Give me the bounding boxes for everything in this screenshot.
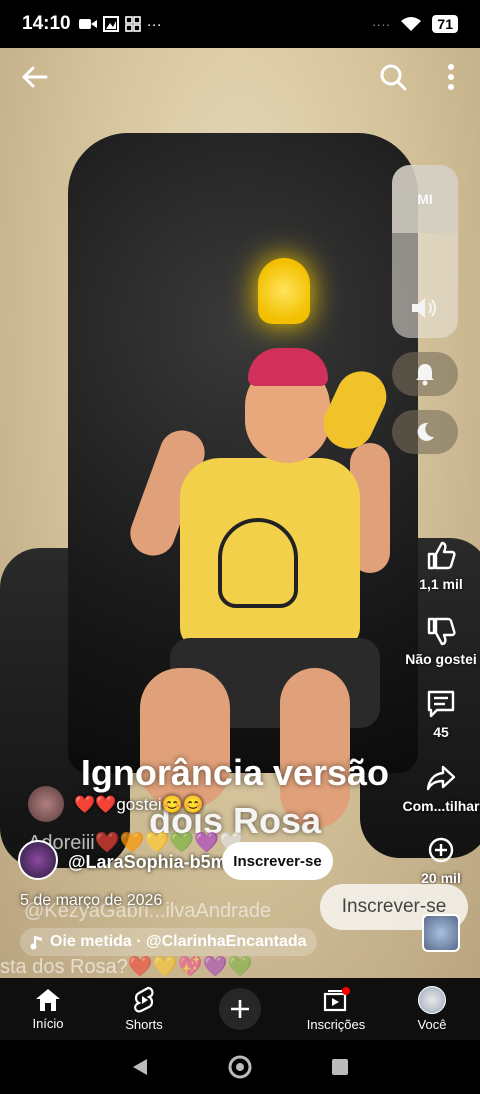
nav-subscriptions-label: Inscrições bbox=[306, 1017, 366, 1032]
search-icon[interactable] bbox=[378, 62, 408, 92]
upload-date: 5 de março de 2026 bbox=[20, 892, 163, 909]
signal-dots: ···· bbox=[371, 16, 391, 32]
bottom-nav: Início Shorts Inscrições Você bbox=[0, 978, 480, 1040]
status-time: 14:10 bbox=[22, 13, 71, 34]
status-bar: 14:10 ··· ···· 71 bbox=[0, 0, 480, 48]
video-icon bbox=[78, 19, 97, 29]
sound-thumbnail[interactable] bbox=[422, 914, 460, 952]
photo-icon bbox=[102, 16, 119, 32]
volume-panel[interactable]: MI bbox=[392, 165, 458, 338]
subscriptions-icon bbox=[323, 987, 350, 1012]
brand-label: MI bbox=[392, 165, 458, 233]
bell-icon bbox=[416, 364, 434, 386]
more-vert-icon[interactable] bbox=[438, 62, 464, 92]
channel-handle[interactable]: @LaraSophia-b5m bbox=[68, 852, 227, 873]
thumbs-up-icon bbox=[427, 541, 456, 570]
system-nav bbox=[0, 1040, 480, 1094]
you-avatar bbox=[418, 986, 446, 1014]
status-overflow: ··· bbox=[146, 15, 162, 33]
like-button[interactable]: 1,1 mil bbox=[386, 540, 480, 592]
thumbs-down-icon bbox=[427, 617, 456, 646]
shirt-bulb-icon bbox=[218, 518, 298, 608]
nav-create[interactable] bbox=[192, 978, 288, 1040]
music-note-icon bbox=[30, 936, 42, 950]
comment-avatar bbox=[28, 786, 64, 822]
back-arrow-icon[interactable] bbox=[20, 62, 50, 92]
back-triangle-icon[interactable] bbox=[131, 1057, 149, 1077]
channel-avatar[interactable] bbox=[18, 840, 58, 880]
nav-shorts-label: Shorts bbox=[125, 1017, 163, 1032]
shorts-icon bbox=[134, 986, 154, 1013]
volume-icon bbox=[412, 298, 436, 318]
plus-icon bbox=[231, 1000, 249, 1018]
nav-you[interactable]: Você bbox=[384, 978, 480, 1040]
wifi-icon bbox=[401, 17, 422, 31]
moon-icon bbox=[417, 422, 434, 441]
home-circle-icon[interactable] bbox=[227, 1054, 253, 1080]
video-title-line-1: Ignorância versão bbox=[80, 752, 390, 793]
person-hair bbox=[248, 348, 328, 386]
grid-icon bbox=[124, 16, 141, 32]
subscribe-button[interactable]: Inscrever-se bbox=[222, 842, 333, 880]
sound-label: Oie metida · @ClarinhaEncantada bbox=[50, 933, 307, 950]
status-right: ···· 71 bbox=[372, 15, 458, 33]
comment-icon bbox=[427, 690, 455, 718]
comments-count: 45 bbox=[433, 724, 449, 740]
status-left-icons: ··· bbox=[78, 15, 162, 33]
dislike-label: Não gostei bbox=[405, 651, 477, 667]
nav-shorts[interactable]: Shorts bbox=[96, 978, 192, 1040]
top-bar bbox=[0, 60, 480, 100]
lightbulb-icon bbox=[258, 258, 310, 324]
top-comment: ❤️❤️gostei😊😊 bbox=[74, 795, 205, 814]
comments-button[interactable]: 45 bbox=[386, 688, 480, 740]
recents-square-icon[interactable] bbox=[331, 1058, 349, 1076]
like-count: 1,1 mil bbox=[419, 576, 463, 592]
sound-pill[interactable]: Oie metida · @ClarinhaEncantada bbox=[20, 928, 317, 956]
home-icon bbox=[36, 989, 60, 1011]
nav-home-label: Início bbox=[32, 1016, 64, 1031]
battery-level: 71 bbox=[432, 15, 458, 33]
nav-subscriptions[interactable]: Inscrições bbox=[288, 978, 384, 1040]
nav-you-label: Você bbox=[417, 1017, 447, 1032]
create-button[interactable] bbox=[219, 988, 261, 1030]
dnd-button[interactable] bbox=[392, 410, 458, 454]
ringer-button[interactable] bbox=[392, 352, 458, 396]
nav-home[interactable]: Início bbox=[0, 978, 96, 1040]
dislike-button[interactable]: Não gostei bbox=[386, 615, 480, 667]
bottom-faded-comment: sta dos Rosa?❤️💛💖💜💚 bbox=[0, 956, 253, 978]
